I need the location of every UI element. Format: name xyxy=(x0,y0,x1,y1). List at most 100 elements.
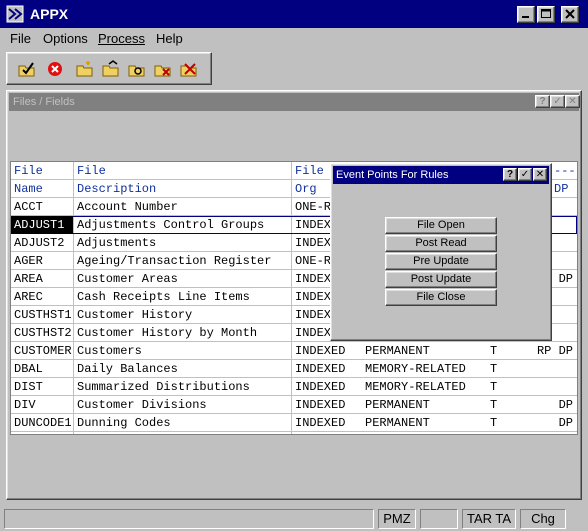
cell-name: AGER xyxy=(14,254,43,268)
files-ok-button[interactable]: ✓ xyxy=(550,95,565,108)
post-read-label: Post Read xyxy=(415,237,467,249)
cell-name: CUSTHST2 xyxy=(14,326,72,340)
column-header-file[interactable]: Name xyxy=(11,180,73,198)
file-close-button[interactable]: File Close xyxy=(385,289,497,306)
cell-description: Customer Areas xyxy=(77,272,178,286)
cell-name: ADJUST1 xyxy=(11,216,73,234)
file-open-button[interactable]: File Open xyxy=(385,217,497,234)
close-icon: ✕ xyxy=(535,169,545,180)
cell-org: INDEXED xyxy=(295,398,346,412)
close-icon xyxy=(565,9,575,19)
status-message xyxy=(4,509,374,529)
table-row[interactable]: DBAL Daily Balances INDEXED MEMORY-RELATED T xyxy=(11,360,577,378)
cell-description: Cash Receipts Line Items xyxy=(77,290,250,304)
cell-flags xyxy=(517,378,577,396)
cell-org: INDEXED xyxy=(295,344,346,358)
cell-description: Daily Balances xyxy=(77,362,178,376)
event-dialog-title-bar: Event Points For Rules ? ✓ ✕ xyxy=(333,166,549,184)
cancel-icon[interactable] xyxy=(45,60,65,78)
menu-options[interactable]: Options xyxy=(43,31,88,46)
cell-name: CUSTHST1 xyxy=(14,308,72,322)
folder-delete-icon[interactable] xyxy=(179,60,199,78)
window-title: APPX xyxy=(30,6,69,22)
table-row[interactable]: DIST Summarized Distributions INDEXED MEMOR… xyxy=(11,378,577,396)
check-icon: ✓ xyxy=(520,169,530,180)
new-folder-icon[interactable] xyxy=(75,60,95,78)
cell-name: DBAL xyxy=(14,362,43,376)
file-open-label: File Open xyxy=(417,219,465,231)
cell-flags: RP DP xyxy=(536,344,573,358)
menu-bar: File Options Process Help xyxy=(0,28,588,50)
table-row[interactable]: DIV Customer Divisions INDEXED PERMANENT T DP xyxy=(11,396,577,414)
cell-name: DIST xyxy=(14,380,43,394)
column-header-description[interactable]: Description xyxy=(74,180,291,198)
close-button[interactable] xyxy=(561,6,579,23)
cell-t: T xyxy=(490,380,498,394)
appx-app-icon xyxy=(6,5,24,23)
cell-name: AREC xyxy=(14,290,43,304)
status-tar-ta: TAR TA xyxy=(462,509,516,529)
minimize-icon xyxy=(522,16,529,18)
post-update-button[interactable]: Post Update xyxy=(385,271,497,288)
folder-view-icon[interactable] xyxy=(127,60,147,78)
minimize-button[interactable] xyxy=(517,6,535,23)
column-header-file[interactable]: File xyxy=(11,162,73,180)
cell-flags: DP xyxy=(558,398,573,412)
cell-description: Adjustments Control Groups xyxy=(77,218,265,232)
menu-help[interactable]: Help xyxy=(156,31,183,46)
event-dialog-title: Event Points For Rules xyxy=(336,169,449,181)
cell-description: Ageing/Transaction Register xyxy=(77,254,272,268)
cell-description: Summarized Distributions xyxy=(77,380,250,394)
folder-remove-icon[interactable] xyxy=(153,60,173,78)
menu-process[interactable]: Process xyxy=(98,31,145,46)
cell-name: ADJUST2 xyxy=(14,236,65,250)
cell-t: T xyxy=(490,398,498,412)
cell-flags: DP xyxy=(558,416,573,430)
files-close-button[interactable]: ✕ xyxy=(565,95,580,108)
files-window-title-bar: Files / Fields ? ✓ ✕ xyxy=(9,93,580,111)
cell-name: AREA xyxy=(14,272,43,286)
column-header-trailing: --- xyxy=(554,164,576,178)
cell-description: Customer History by Month xyxy=(77,326,258,340)
cell-t: T xyxy=(490,362,498,376)
event-points-dialog: Event Points For Rules ? ✓ ✕ File Open P… xyxy=(330,163,552,341)
close-icon: ✕ xyxy=(568,96,577,107)
column-header-description[interactable]: File xyxy=(74,162,291,180)
check-folder-icon[interactable] xyxy=(17,60,37,78)
post-read-button[interactable]: Post Read xyxy=(385,235,497,252)
cell-description: Customer History xyxy=(77,308,193,322)
menu-file[interactable]: File xyxy=(10,31,31,46)
event-ok-button[interactable]: ✓ xyxy=(518,168,532,181)
cell-name: DUNCODE1 xyxy=(14,416,72,430)
cell-description: Customers xyxy=(77,344,142,358)
event-close-button[interactable]: ✕ xyxy=(533,168,547,181)
status-blank xyxy=(420,509,458,529)
files-help-button[interactable]: ? xyxy=(535,95,550,108)
cell-description: Dunning Codes xyxy=(77,416,171,430)
help-icon: ? xyxy=(506,169,514,180)
cell-name: CUSTOMER xyxy=(14,344,72,358)
cell-org: INDEXED xyxy=(295,380,346,394)
title-bar: APPX xyxy=(0,0,588,28)
maximize-icon xyxy=(541,9,551,18)
post-update-label: Post Update xyxy=(410,273,472,285)
cell-type: PERMANENT xyxy=(365,398,430,412)
cell-name: ACCT xyxy=(14,200,43,214)
help-icon: ? xyxy=(539,96,546,107)
cell-description: Customer Divisions xyxy=(77,398,207,412)
open-folder-icon[interactable] xyxy=(101,60,121,78)
cell-t: T xyxy=(490,416,498,430)
cell-description: Adjustments xyxy=(77,236,157,250)
cell-type: PERMANENT xyxy=(365,344,430,358)
table-row[interactable]: DUNCODE1 Dunning Codes INDEXED PERMANENT T DP xyxy=(11,414,577,432)
status-chg: Chg xyxy=(520,509,566,529)
table-row[interactable]: CUSTOMER Customers INDEXED PERMANENT T RP DP xyxy=(11,342,577,360)
maximize-button[interactable] xyxy=(537,6,555,23)
file-close-label: File Close xyxy=(416,291,466,303)
cell-flags xyxy=(517,360,577,378)
pre-update-button[interactable]: Pre Update xyxy=(385,253,497,270)
column-header-trailing: DP xyxy=(554,182,569,196)
event-help-button[interactable]: ? xyxy=(503,168,517,181)
cell-org: INDEXED xyxy=(295,362,346,376)
cell-type: PERMANENT xyxy=(365,416,430,430)
